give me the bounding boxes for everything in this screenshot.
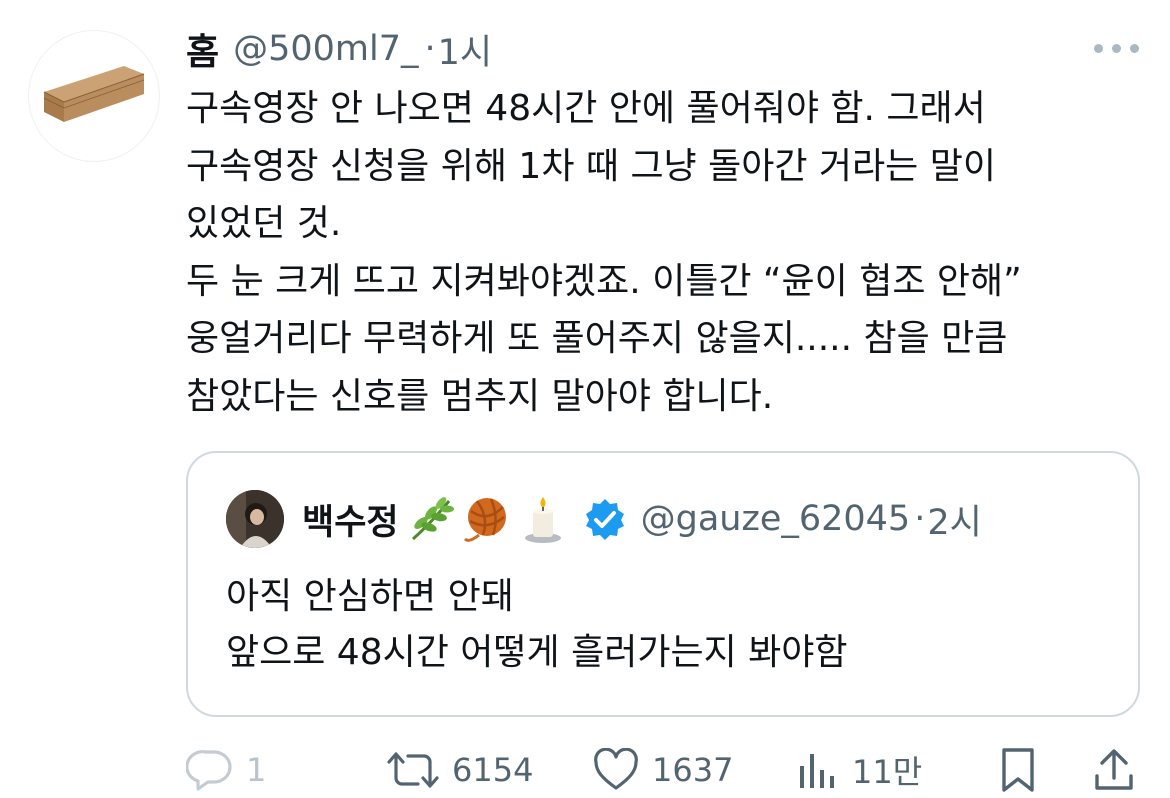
verified-badge-icon [585, 499, 624, 540]
tweet-line: 두 눈 크게 뜨고 지켜봐야겠죠. 이틀간 “윤이 협조 안해” [186, 260, 1022, 302]
yarn-emoji-icon [463, 498, 506, 542]
candle-emoji-icon [524, 497, 561, 543]
view-count: 11만 [852, 753, 923, 791]
quoted-line: 아직 안심하면 안돼 [226, 576, 514, 617]
dot-separator: · [914, 499, 926, 539]
views-chart-icon [800, 754, 834, 788]
quoted-tweet[interactable]: 백수정 @gauze_62045 · 2시 아직 안심하면 안돼 앞으로 48시… [186, 451, 1140, 717]
tweet-line: 웅얼거리다 무력하게 또 풀어주지 않을지..... 참을 만큼 [186, 318, 1008, 360]
quoted-tweet-timestamp[interactable]: 2시 [927, 494, 981, 545]
quoted-author-avatar[interactable] [226, 490, 284, 548]
heart-icon [594, 748, 638, 790]
like-count: 1637 [652, 751, 734, 789]
action-bar: 1 6154 1637 11만 [186, 742, 1146, 798]
tweet-text: 구속영장 안 나오면 48시간 안에 풀어줘야 함. 그래서 구속영장 신청을 … [186, 80, 1146, 426]
share-icon [1095, 749, 1133, 790]
views-button[interactable]: 11만 [796, 742, 922, 798]
quoted-tweet-header: 백수정 @gauze_62045 · 2시 [226, 489, 982, 549]
tweet-line: 구속영장 안 나오면 48시간 안에 풀어줘야 함. 그래서 [186, 88, 986, 129]
herb-emoji-icon [411, 497, 454, 541]
share-button[interactable] [1092, 742, 1136, 798]
quoted-line: 앞으로 48시간 어떻게 흘러가는지 봐야함 [226, 632, 848, 673]
author-name[interactable]: 홈 [186, 23, 219, 75]
tweet-timestamp[interactable]: 1시 [438, 24, 492, 75]
bookmark-icon [1002, 748, 1034, 792]
repost-count: 6154 [452, 751, 534, 789]
tweet-line: 참았다는 신호를 멈추지 말아야 합니다. [186, 375, 774, 417]
dot-separator: · [424, 29, 436, 69]
like-button[interactable]: 1637 [592, 742, 733, 798]
reply-icon [186, 750, 232, 791]
quoted-author-handle[interactable]: @gauze_62045 [641, 499, 911, 539]
repost-icon [387, 752, 439, 788]
quoted-tweet-text: 아직 안심하면 안돼 앞으로 48시간 어떻게 흘러가는지 봐야함 [226, 569, 848, 681]
repost-button[interactable]: 6154 [386, 742, 533, 798]
author-handle[interactable]: @500ml7_ [233, 29, 418, 69]
tweet-line: 있었던 것. [186, 203, 342, 245]
reply-count: 1 [246, 751, 267, 789]
quoted-author-name[interactable]: 백수정 [302, 494, 399, 545]
tweet-line: 구속영장 신청을 위해 1차 때 그냥 돌아간 거라는 말이 [186, 145, 996, 187]
reply-button[interactable]: 1 [186, 742, 266, 798]
bookmark-button[interactable] [998, 742, 1038, 798]
more-options-icon[interactable] [1094, 44, 1140, 54]
author-avatar[interactable] [28, 30, 160, 162]
tweet-header: 홈 @500ml7_ · 1시 [186, 23, 492, 75]
